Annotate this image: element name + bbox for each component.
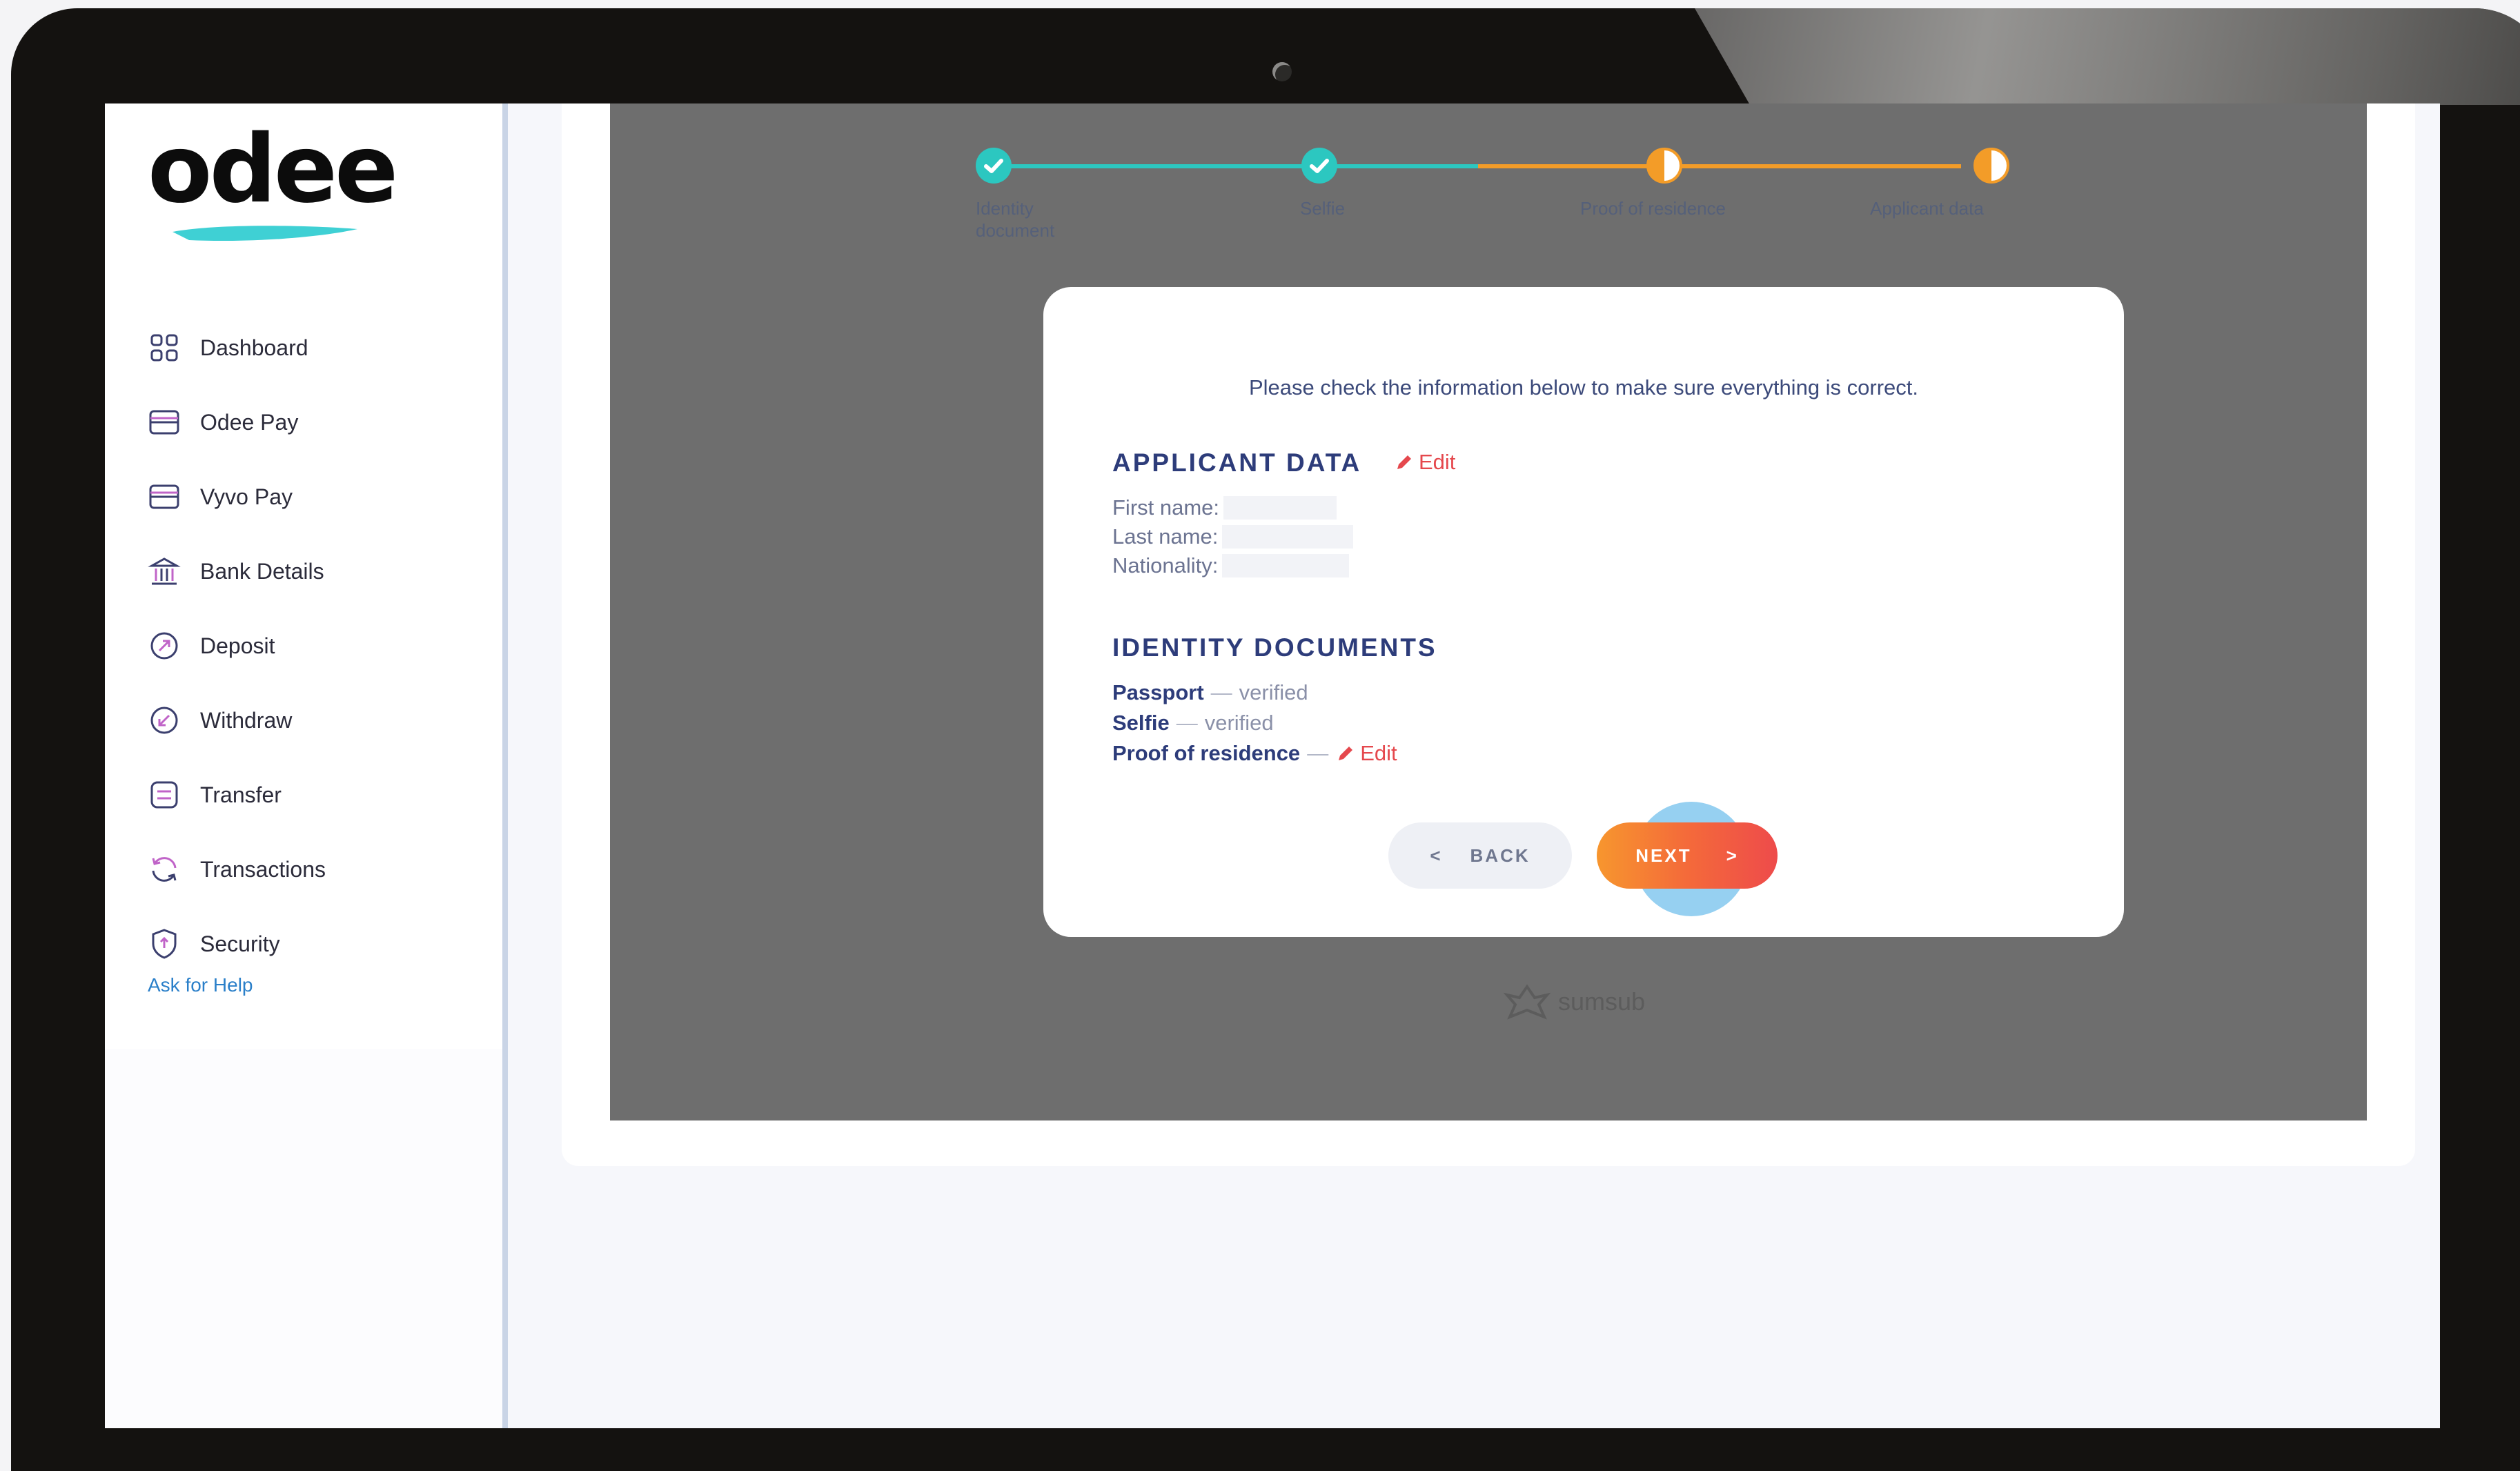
sidebar-item-label: Bank Details [200,558,324,584]
document-name: Passport [1112,680,1204,704]
first-name-label: First name: [1112,495,1220,520]
pencil-icon [1339,747,1353,760]
sumsub-brand: sumsub [1502,983,1645,1021]
sumsub-logo-icon [1503,984,1551,1020]
sidebar-item-label: Dashboard [200,335,308,360]
sidebar-divider [502,103,508,1428]
back-chevron-icon: < [1430,845,1443,866]
back-button[interactable]: < BACK [1388,822,1572,889]
identity-documents-title: IDENTITY DOCUMENTS [1112,633,1437,662]
sidebar-item-label: Transactions [200,856,326,882]
checkmark-icon [984,159,1003,173]
step-label-line: document [976,220,1055,241]
document-name: Proof of residence [1112,741,1301,765]
next-chevron-icon: > [1726,845,1739,866]
refresh-icon [152,857,177,882]
brand-logo[interactable]: odee [148,115,398,241]
app-screen: odee Dashboard Odee Pay Vyvo Pay Bank De… [105,103,2440,1428]
sidebar-item-label: Vyvo Pay [200,484,293,509]
sidebar-footer-area [105,1049,502,1428]
edit-label: Edit [1360,741,1397,765]
withdraw-icon [150,707,178,734]
sidebar-item-label: Security [200,931,280,956]
sidebar-item-label: Deposit [200,633,275,658]
back-label: BACK [1470,845,1530,866]
sidebar-item-withdraw[interactable]: Withdraw [148,683,479,758]
next-button[interactable]: NEXT > [1597,822,1778,889]
edit-label: Edit [1419,450,1456,474]
sidebar-item-dashboard[interactable]: Dashboard [148,310,479,385]
separator-dash: — [1176,711,1198,735]
separator-dash: — [1307,741,1329,765]
sidebar-item-vyvo-pay[interactable]: Vyvo Pay [148,460,479,534]
transfer-icon [150,781,178,809]
step-label-line: Identity [976,198,1034,219]
last-name-label: Last name: [1112,524,1219,549]
modal-intro-text: Please check the information below to ma… [1248,375,1919,399]
first-name-value [1223,496,1337,520]
nationality-row: Nationality: [1112,553,1350,578]
next-label: NEXT [1635,845,1692,866]
step-label-proof-of-residence: Proof of residence [1580,198,1726,219]
first-name-row: First name: [1112,495,1337,520]
sidebar: odee Dashboard Odee Pay Vyvo Pay Bank De… [105,103,502,1428]
sidebar-item-security[interactable]: Security [148,907,479,981]
sidebar-nav: Dashboard Odee Pay Vyvo Pay Bank Details… [148,310,479,981]
selfie-row: Selfie — verified [1112,711,1274,736]
stepper-line-done-1 [994,164,1304,168]
bank-icon [148,557,181,585]
sidebar-item-transactions[interactable]: Transactions [148,832,479,907]
sidebar-item-transfer[interactable]: Transfer [148,758,479,832]
sidebar-item-label: Withdraw [200,707,293,733]
sidebar-item-deposit[interactable]: Deposit [148,609,479,683]
checkmark-icon [1310,159,1329,173]
sidebar-item-odee-pay[interactable]: Odee Pay [148,385,479,460]
logo-swash-icon [173,226,357,241]
card-icon [149,410,179,435]
step-applicant-data[interactable] [1973,148,2009,184]
document-status: verified [1239,680,1308,704]
stepper-line-pending [1478,164,1961,168]
step-selfie[interactable] [1301,148,1337,184]
last-name-value [1222,525,1354,549]
step-label-identity-document: Identity document [976,197,1054,241]
passport-row: Passport — verified [1112,680,1308,705]
verification-overlay: Identity document Selfie Proof of reside… [610,103,2367,1120]
step-proof-of-residence[interactable] [1646,148,1682,184]
proof-of-residence-row: Proof of residence — Edit [1112,741,1397,766]
sidebar-item-label: Transfer [200,782,282,807]
laptop-bezel: odee Dashboard Odee Pay Vyvo Pay Bank De… [11,8,2520,1471]
applicant-data-title: APPLICANT DATA [1112,448,1362,477]
step-identity-document[interactable] [976,148,1012,184]
document-name: Selfie [1112,711,1170,735]
logo-text: odee [148,115,398,224]
last-name-row: Last name: [1112,524,1354,549]
deposit-icon [150,632,178,660]
document-status: verified [1204,711,1274,735]
nationality-value [1222,554,1350,577]
webcam [1272,62,1292,81]
ask-for-help-link[interactable]: Ask for Help [148,974,253,996]
edit-applicant-data-link[interactable]: Edit [1394,450,1455,475]
grid-icon [150,334,178,362]
separator-dash: — [1210,680,1232,704]
edit-proof-of-residence-link[interactable]: Edit [1335,741,1397,766]
nationality-label: Nationality: [1112,553,1219,577]
card-icon [149,484,179,509]
screen-glare [1695,8,2520,105]
review-modal: Please check the information below to ma… [1043,287,2124,937]
sidebar-item-label: Odee Pay [200,409,299,435]
sumsub-label: sumsub [1558,987,1646,1016]
pencil-icon [1397,455,1411,469]
sidebar-item-bank-details[interactable]: Bank Details [148,534,479,609]
shield-icon [152,929,177,959]
step-label-applicant-data: Applicant data [1870,198,1984,219]
step-label-selfie: Selfie [1300,198,1346,219]
